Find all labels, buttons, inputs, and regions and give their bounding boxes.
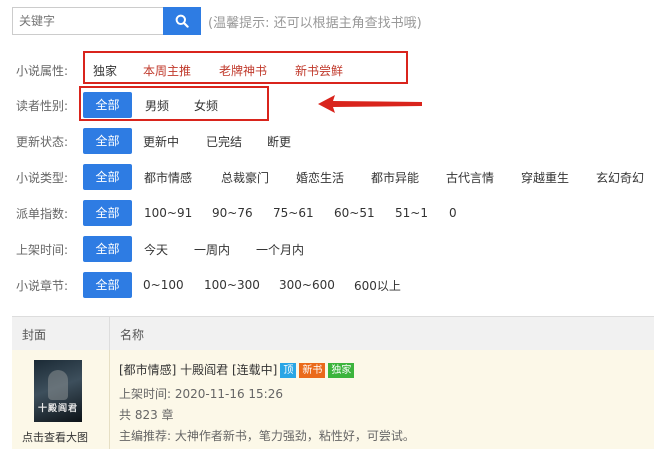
filter-all-shelf-time-button[interactable]: 全部 xyxy=(83,236,132,262)
filter-option-genre-fantasy[interactable]: 玄幻奇幻 xyxy=(596,169,644,186)
annotation-arrow-icon xyxy=(318,95,422,113)
search-button[interactable] xyxy=(163,7,201,35)
filter-row-genre: 小说类型: 全部 都市情感 总裁豪门 婚恋生活 都市异能 古代言情 穿越重生 玄… xyxy=(0,163,654,191)
filter-option-week[interactable]: 一周内 xyxy=(194,241,230,258)
filter-option-discontinued[interactable]: 断更 xyxy=(267,133,291,150)
search-hint: (温馨提示: 还可以根据主角查找书哦) xyxy=(208,16,422,31)
book-cover-image[interactable]: 十殿阎君 xyxy=(34,360,82,422)
filter-row-status: 更新状态: 全部 更新中 已完结 断更 xyxy=(0,127,654,155)
filter-label-shelf-time: 上架时间: xyxy=(16,242,69,257)
filter-row-shelf-time: 上架时间: 全部 今天 一周内 一个月内 xyxy=(0,235,654,263)
filter-option-genre-urban-romance[interactable]: 都市情感 xyxy=(144,169,192,186)
filter-label-dispatch: 派单指数: xyxy=(16,206,69,221)
column-header-cover: 封面 xyxy=(22,328,47,342)
filter-option-month[interactable]: 一个月内 xyxy=(256,241,304,258)
filter-option-chapters-1[interactable]: 0~100 xyxy=(143,278,184,292)
filter-option-dispatch-5[interactable]: 51~1 xyxy=(395,206,428,220)
book-chapter-count: 共 823 章 xyxy=(119,408,174,422)
row-divider xyxy=(109,350,110,449)
tag-new-book: 新书 xyxy=(299,363,326,378)
filter-option-dispatch-4[interactable]: 60~51 xyxy=(334,206,375,220)
filter-option-dispatch-1[interactable]: 100~91 xyxy=(144,206,192,220)
view-large-cover-link[interactable]: 点击查看大图 xyxy=(22,429,88,445)
filter-all-status-button[interactable]: 全部 xyxy=(83,128,132,154)
filter-all-chapters-button[interactable]: 全部 xyxy=(83,272,132,298)
filter-option-dispatch-2[interactable]: 90~76 xyxy=(212,206,253,220)
filter-option-today[interactable]: 今天 xyxy=(144,241,168,258)
tag-exclusive: 独家 xyxy=(328,363,355,378)
filter-option-genre-ceo[interactable]: 总裁豪门 xyxy=(221,169,269,186)
cover-figure xyxy=(48,370,68,400)
filter-option-completed[interactable]: 已完结 xyxy=(206,133,242,150)
search-input[interactable] xyxy=(12,7,163,35)
filter-label-status: 更新状态: xyxy=(16,134,69,149)
filter-option-genre-marriage[interactable]: 婚恋生活 xyxy=(296,169,344,186)
filter-all-genre-button[interactable]: 全部 xyxy=(83,164,132,190)
filter-row-chapters: 小说章节: 全部 0~100 100~300 300~600 600以上 xyxy=(0,271,654,299)
filter-label-genre: 小说类型: xyxy=(16,170,69,185)
column-header-name: 名称 xyxy=(120,328,145,342)
filter-option-updating[interactable]: 更新中 xyxy=(143,133,179,150)
filter-label-chapters: 小说章节: xyxy=(16,278,69,293)
filter-label-gender: 读者性别: xyxy=(16,98,69,113)
filter-option-chapters-2[interactable]: 100~300 xyxy=(204,278,260,292)
filter-label-attribute: 小说属性: xyxy=(16,63,69,78)
filter-option-genre-ancient-romance[interactable]: 古代言情 xyxy=(446,169,494,186)
annotation-box-gender xyxy=(79,86,269,121)
filter-all-dispatch-button[interactable]: 全部 xyxy=(83,200,132,226)
column-divider xyxy=(109,317,110,351)
book-title-line: [都市情感] 十殿阎君 [连载中] 顶新书 独家 xyxy=(119,361,355,378)
annotation-box-attribute xyxy=(83,51,408,84)
tag-top: 顶 xyxy=(280,363,297,378)
table-row: 十殿阎君 点击查看大图 [都市情感] 十殿阎君 [连载中] 顶新书 独家 上架时间:… xyxy=(12,350,654,449)
filter-option-dispatch-3[interactable]: 75~61 xyxy=(273,206,314,220)
filter-option-dispatch-6[interactable]: 0 xyxy=(449,206,457,220)
filter-row-dispatch: 派单指数: 全部 100~91 90~76 75~61 60~51 51~1 0 xyxy=(0,199,654,227)
cover-title-text: 十殿阎君 xyxy=(37,404,78,414)
filter-option-chapters-3[interactable]: 300~600 xyxy=(279,278,335,292)
filter-option-chapters-4[interactable]: 600以上 xyxy=(354,277,401,294)
search-icon xyxy=(175,14,189,28)
book-shelf-time: 上架时间: 2020-11-16 15:26 xyxy=(119,387,283,401)
book-recommendation: 主编推荐: 大神作者新书，笔力强劲，粘性好，可尝试。 xyxy=(119,429,415,443)
results-table-header: 封面 名称 xyxy=(12,316,654,352)
filter-option-genre-time-travel[interactable]: 穿越重生 xyxy=(521,169,569,186)
book-title[interactable]: [都市情感] 十殿阎君 [连载中] xyxy=(119,363,277,377)
filter-option-genre-urban-powers[interactable]: 都市异能 xyxy=(371,169,419,186)
